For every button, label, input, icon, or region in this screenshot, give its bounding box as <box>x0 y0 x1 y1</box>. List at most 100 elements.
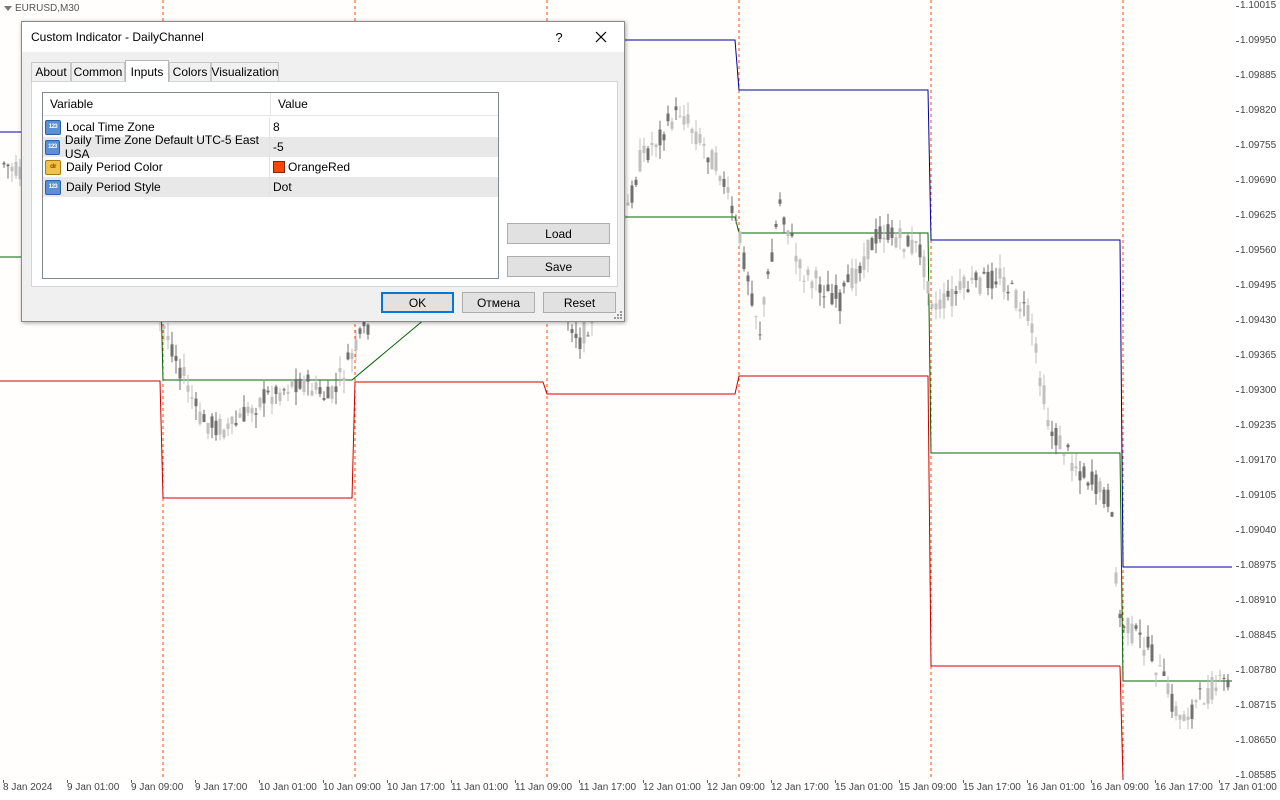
candle-body <box>770 252 774 262</box>
reset-button[interactable]: Reset <box>543 292 616 313</box>
value-cell[interactable]: -5 <box>271 137 498 157</box>
candle-body <box>1162 671 1166 677</box>
time-label: 12 Jan 09:00 <box>707 782 765 793</box>
candle-body <box>1070 462 1074 471</box>
value-cell[interactable]: OrangeRed <box>271 157 498 177</box>
tab-visualization[interactable]: Visualization <box>211 62 279 81</box>
price-label: 1.09430 <box>1240 315 1277 326</box>
price-label: 1.08585 <box>1240 770 1277 781</box>
time-label: 9 Jan 01:00 <box>67 782 120 793</box>
column-header-value[interactable]: Value <box>271 93 498 115</box>
candle-body <box>654 144 658 148</box>
value-cell[interactable]: Dot <box>271 177 498 197</box>
time-label: 10 Jan 17:00 <box>387 782 445 793</box>
column-header-variable[interactable]: Variable <box>43 93 270 115</box>
price-tick <box>1236 286 1239 287</box>
help-button[interactable]: ? <box>542 26 576 48</box>
value-text: OrangeRed <box>288 160 351 174</box>
candle-body <box>274 386 278 395</box>
candle-body <box>866 239 870 260</box>
candle-body <box>1010 282 1014 284</box>
price-label: 1.08715 <box>1240 700 1277 711</box>
candle-body <box>934 303 938 310</box>
resize-grip-icon[interactable] <box>613 310 623 320</box>
candle-body <box>890 227 894 238</box>
candle-body <box>1182 714 1186 722</box>
candle-body <box>178 367 182 379</box>
candle-body <box>1202 703 1206 705</box>
candle-body <box>954 290 958 295</box>
value-text: Dot <box>273 180 292 194</box>
candle-body <box>1198 688 1202 690</box>
color-type-icon: clr <box>45 159 61 175</box>
grid-header: Variable Value <box>43 93 498 116</box>
ok-button[interactable]: OK <box>381 292 454 313</box>
candle-body <box>1038 377 1042 387</box>
candle-body <box>214 420 218 436</box>
candle-body <box>270 396 274 405</box>
price-label: 1.08910 <box>1240 595 1277 606</box>
candle-body <box>638 149 642 172</box>
candle-body <box>1214 687 1218 692</box>
cancel-button[interactable]: Отмена <box>462 292 535 313</box>
price-tick <box>1236 41 1239 42</box>
price-axis[interactable]: 1.10015 1.09950 1.09885 1.09820 1.09755 1.096… <box>1236 0 1280 781</box>
close-button[interactable] <box>584 26 618 48</box>
variable-name: Daily Period Style <box>66 180 161 194</box>
dialog-titlebar[interactable]: Custom Indicator - DailyChannel ? <box>22 22 624 52</box>
candle-body <box>726 187 730 193</box>
candle-body <box>1030 323 1034 333</box>
tab-colors[interactable]: Colors <box>169 62 211 81</box>
candle-body <box>1014 290 1018 309</box>
candle-body <box>1058 435 1062 450</box>
candle-body <box>938 299 942 310</box>
candle-body <box>950 289 954 307</box>
candle-body <box>742 252 746 270</box>
candle-body <box>686 114 690 124</box>
variable-name: Local Time Zone <box>66 120 155 134</box>
inputs-grid[interactable]: Variable Value 123 Local Time Zone 8 123… <box>42 92 499 279</box>
candle-body <box>1226 679 1230 688</box>
tab-common[interactable]: Common <box>71 62 125 81</box>
candle-body <box>1022 302 1026 304</box>
time-label: 15 Jan 09:00 <box>899 782 957 793</box>
time-axis[interactable]: 8 Jan 2024 9 Jan 01:00 9 Jan 09:00 9 Jan 17… <box>0 780 1277 800</box>
price-tick <box>1236 76 1239 77</box>
table-row[interactable]: clr Daily Period Color OrangeRed <box>43 157 498 177</box>
load-button[interactable]: Load <box>507 223 610 244</box>
candle-body <box>350 352 354 360</box>
candle-body <box>246 406 250 413</box>
candle-body <box>882 237 886 240</box>
candle-body <box>754 316 758 318</box>
candle-body <box>578 337 582 349</box>
table-row[interactable]: 123 Daily Period Style Dot <box>43 177 498 197</box>
value-text: -5 <box>273 140 284 154</box>
candle-body <box>1102 489 1106 504</box>
price-label: 1.09105 <box>1240 490 1277 501</box>
tab-about[interactable]: About <box>31 62 71 81</box>
tab-inputs[interactable]: Inputs <box>125 60 169 82</box>
candle-body <box>2 162 6 165</box>
price-tick <box>1236 356 1239 357</box>
candle-body <box>878 226 882 240</box>
candle-body <box>1034 343 1038 353</box>
candle-body <box>650 142 654 146</box>
value-cell[interactable]: 8 <box>271 117 498 137</box>
candle-body <box>342 378 346 381</box>
table-row[interactable]: 123 Daily Time Zone Default UTC-5 East U… <box>43 133 498 161</box>
candle-body <box>834 285 838 299</box>
candle-body <box>774 224 778 228</box>
inputs-panel: Variable Value 123 Local Time Zone 8 123… <box>31 81 618 287</box>
symbol-label[interactable]: EURUSD,M30 <box>4 3 79 14</box>
candle-body <box>1050 431 1054 437</box>
tab-label: Colors <box>172 65 208 79</box>
candle-body <box>706 157 710 163</box>
candle-body <box>1054 428 1058 446</box>
candle-body <box>1158 665 1162 667</box>
candle-body <box>254 413 258 415</box>
candle-body <box>6 164 10 167</box>
price-tick <box>1236 636 1239 637</box>
close-icon <box>595 31 607 43</box>
save-button[interactable]: Save <box>507 256 610 277</box>
candle-body <box>994 281 998 285</box>
